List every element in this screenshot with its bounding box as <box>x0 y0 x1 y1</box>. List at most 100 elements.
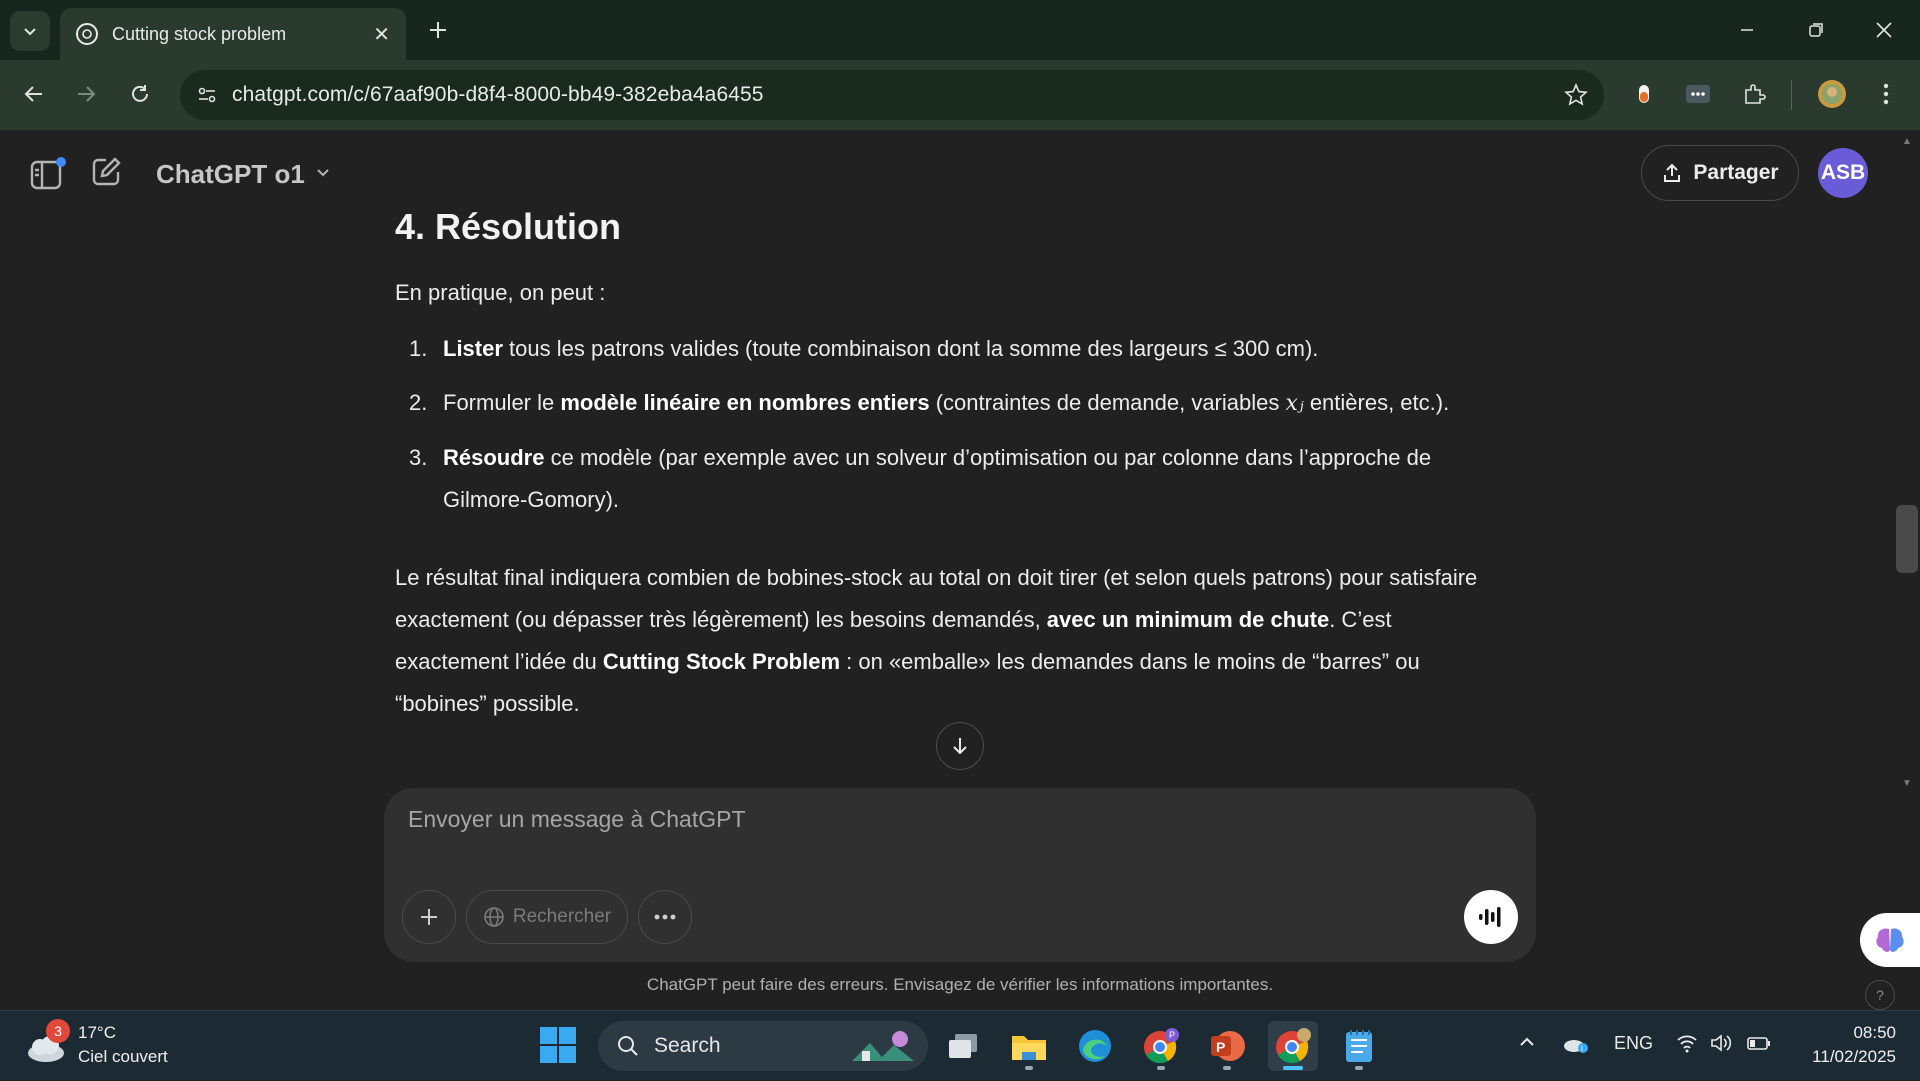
search-highlight-illustration-icon <box>852 1031 914 1061</box>
reload-button[interactable] <box>120 74 160 114</box>
svg-text:P: P <box>1216 1039 1225 1055</box>
site-info-icon[interactable] <box>196 84 218 106</box>
search-web-button[interactable]: Rechercher <box>466 890 628 944</box>
model-selector[interactable]: ChatGPT o1 <box>144 152 343 196</box>
battery-icon[interactable] <box>1746 1033 1772 1058</box>
user-avatar[interactable]: ASB <box>1818 148 1868 198</box>
weather-widget[interactable]: 3 17°C Ciel couvert <box>24 1019 168 1069</box>
sidebar-icon <box>30 157 66 190</box>
restore-icon <box>1809 23 1823 37</box>
extensions-button[interactable] <box>1734 74 1774 114</box>
chat-header: ChatGPT o1 Partager ASB <box>0 130 1900 218</box>
taskbar-powerpoint[interactable]: P <box>1202 1021 1252 1071</box>
taskbar-search-label: Search <box>654 1034 721 1057</box>
clock-date: 11/02/2025 <box>1812 1047 1896 1066</box>
chevron-up-icon <box>1520 1037 1534 1046</box>
attach-button[interactable] <box>402 890 456 944</box>
close-tab-icon[interactable]: ✕ <box>373 22 390 47</box>
bookmark-star-icon[interactable] <box>1564 83 1588 107</box>
scrollbar[interactable] <box>1897 130 1920 790</box>
globe-icon <box>484 907 504 927</box>
cloud-weather-icon: 3 <box>24 1019 70 1067</box>
chrome-icon <box>1276 1028 1311 1064</box>
svg-text:P: P <box>1169 1030 1175 1040</box>
weather-temperature: 17°C <box>78 1023 116 1042</box>
math-variable: xⱼ <box>1285 391 1304 416</box>
list-item: 2. Formuler le modèle linéaire en nombre… <box>409 390 1450 416</box>
extension-icon-1[interactable] <box>1624 74 1664 114</box>
list-item: 3. Résoudre ce modèle (par exemple avec … <box>409 445 1432 512</box>
voice-mode-button[interactable] <box>1464 890 1518 944</box>
url-text[interactable]: chatgpt.com/c/67aaf90b-d8f4-8000-bb49-38… <box>232 83 1564 107</box>
help-button[interactable]: ? <box>1865 980 1895 1010</box>
model-name: ChatGPT o1 <box>156 158 305 189</box>
address-bar[interactable]: chatgpt.com/c/67aaf90b-d8f4-8000-bb49-38… <box>180 70 1604 120</box>
share-button[interactable]: Partager <box>1641 145 1799 201</box>
svg-text:i: i <box>1581 1044 1583 1053</box>
brain-icon <box>1876 928 1904 952</box>
close-window-button[interactable] <box>1866 12 1902 48</box>
wifi-icon[interactable] <box>1676 1033 1698 1058</box>
notepad-icon <box>1346 1030 1372 1062</box>
volume-icon[interactable] <box>1710 1033 1734 1058</box>
browser-tab-active[interactable]: Cutting stock problem ✕ <box>60 8 406 60</box>
taskbar-notepad[interactable] <box>1334 1021 1384 1071</box>
browser-toolbar: chatgpt.com/c/67aaf90b-d8f4-8000-bb49-38… <box>0 60 1920 130</box>
minimize-button[interactable] <box>1729 12 1765 48</box>
show-hidden-icons-button[interactable] <box>1518 1033 1536 1056</box>
taskbar-search-box[interactable]: Search <box>598 1021 928 1071</box>
chevron-down-icon <box>24 28 36 36</box>
chatgpt-page: ChatGPT o1 Partager ASB 4. Résolution En… <box>0 130 1920 1010</box>
scroll-down-arrow-icon[interactable]: ▼ <box>1902 778 1914 790</box>
chevron-down-icon <box>315 164 331 185</box>
scroll-up-arrow-icon[interactable]: ▲ <box>1902 136 1914 148</box>
weather-description: Ciel couvert <box>78 1047 168 1066</box>
new-tab-button[interactable] <box>420 12 456 48</box>
new-chat-button[interactable] <box>88 154 128 194</box>
profile-button[interactable] <box>1812 74 1852 114</box>
reload-icon <box>132 85 148 102</box>
language-indicator[interactable]: ENG <box>1614 1033 1653 1054</box>
restore-button[interactable] <box>1798 12 1834 48</box>
share-upload-icon <box>1664 163 1681 182</box>
toolbar-divider <box>1791 80 1792 110</box>
taskbar-chrome-profile[interactable]: P <box>1136 1021 1186 1071</box>
plus-icon <box>421 909 437 925</box>
sidebar-toggle-button[interactable] <box>28 154 68 194</box>
taskbar-clock[interactable]: 08:50 11/02/2025 <box>1796 1021 1896 1069</box>
message-input[interactable]: Envoyer un message à ChatGPT <box>408 806 746 833</box>
weather-alert-badge: 3 <box>46 1019 70 1043</box>
intro-text: En pratique, on peut : <box>395 280 606 305</box>
more-horizontal-icon <box>654 914 676 920</box>
arrow-right-icon <box>78 86 96 102</box>
scroll-to-bottom-button[interactable] <box>936 722 984 770</box>
edit-pencil-icon <box>92 157 121 186</box>
taskbar-edge[interactable] <box>1070 1021 1120 1071</box>
chatgpt-logo-icon <box>76 23 98 45</box>
back-button[interactable] <box>14 74 54 114</box>
clock-time: 08:50 <box>1853 1023 1896 1042</box>
browser-menu-button[interactable] <box>1866 74 1906 114</box>
windows-logo-icon <box>540 1027 576 1063</box>
powerpoint-icon: P <box>1211 1031 1245 1061</box>
floating-extension-widget[interactable] <box>1860 913 1920 967</box>
section-heading: 4. Résolution <box>395 206 622 247</box>
taskbar-file-explorer[interactable] <box>1004 1021 1054 1071</box>
extension-icon-2[interactable] <box>1678 74 1718 114</box>
taskbar-chrome-active[interactable] <box>1268 1021 1318 1071</box>
extension-dots-icon <box>1686 85 1710 103</box>
list-item: 1. Lister tous les patrons valides (tout… <box>409 336 1319 361</box>
cloud-sync-icon: i <box>1564 1040 1588 1053</box>
edge-browser-icon <box>1079 1030 1111 1062</box>
tab-search-button[interactable] <box>10 11 50 51</box>
assistant-message: 4. Résolution En pratique, on peut : 1. … <box>395 206 1505 725</box>
disclaimer-text: ChatGPT peut faire des erreurs. Envisage… <box>646 975 1274 994</box>
scrollbar-thumb[interactable] <box>1896 505 1918 573</box>
conclusion-paragraph: Le résultat final indiquera combien de b… <box>395 565 1478 716</box>
puzzle-icon <box>1745 84 1766 104</box>
start-button[interactable] <box>538 1025 578 1065</box>
onedrive-tray-button[interactable]: i <box>1562 1033 1590 1060</box>
forward-button[interactable] <box>66 74 106 114</box>
more-options-button[interactable] <box>638 890 692 944</box>
taskbar-task-view[interactable] <box>938 1021 988 1071</box>
